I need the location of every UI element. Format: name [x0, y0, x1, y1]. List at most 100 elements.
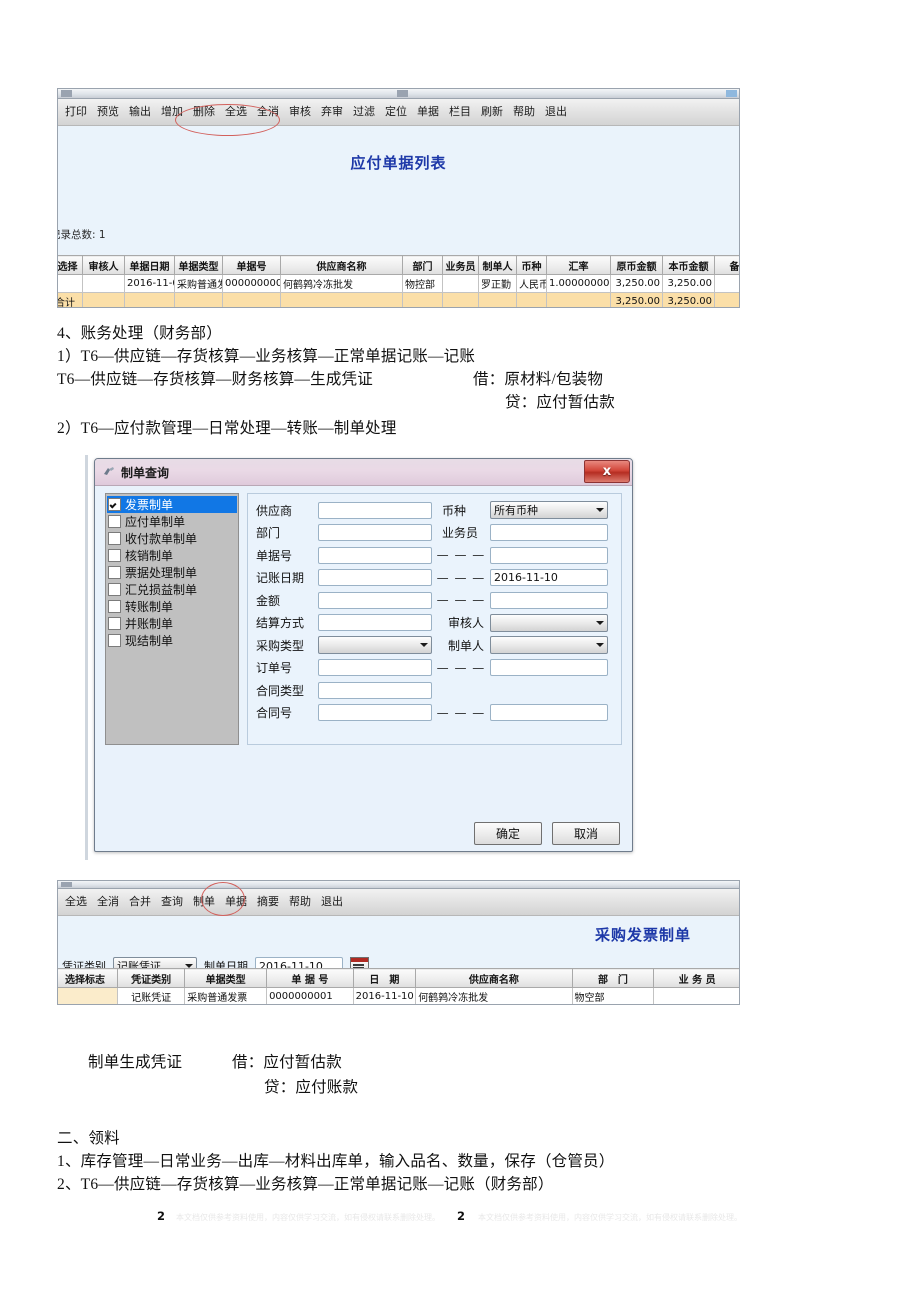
col-date[interactable]: 日 期: [352, 968, 417, 988]
toolbar-item-clear-all[interactable]: 全消: [252, 103, 284, 121]
toolbar-item-unaudit[interactable]: 弃审: [316, 103, 348, 121]
contract-no-from-input[interactable]: [318, 704, 432, 722]
toolbar-item-summary[interactable]: 摘要: [252, 893, 284, 911]
checkbox-row-cash-settle-voucher[interactable]: 现结制单: [107, 632, 237, 649]
toolbar-item-refresh[interactable]: 刷新: [476, 103, 508, 121]
checkbox-row-note-process-voucher[interactable]: 票据处理制单: [107, 564, 237, 581]
maker-select[interactable]: [490, 636, 608, 655]
col-orig-amount[interactable]: 原币金额: [610, 255, 663, 275]
payable-list-grid-wrap: 选择 审核人 单据日期 单据类型 单据号 供应商名称 部门 业务员 制单人 币种…: [58, 255, 739, 307]
col-department[interactable]: 部门: [402, 255, 443, 275]
amount-to-input[interactable]: [490, 591, 608, 609]
col-voucher-type[interactable]: 凭证类别: [116, 968, 186, 988]
order-no-from-input[interactable]: [318, 659, 432, 677]
toolbar-item-bill[interactable]: 单据: [412, 103, 444, 121]
cancel-button[interactable]: 取消: [552, 822, 620, 845]
col-bill-type[interactable]: 单据类型: [184, 968, 268, 988]
toolbar-item-bill[interactable]: 单据: [220, 893, 252, 911]
checkbox-row-merge-account-voucher[interactable]: 并账制单: [107, 615, 237, 632]
footer-watermark-right: 本文档仅供参考资料使用，内容仅供学习交流，如有侵权请联系删除处理。: [478, 1213, 742, 1222]
checkbox-label: 应付单制单: [125, 515, 186, 529]
toolbar-item-merge[interactable]: 合并: [124, 893, 156, 911]
order-no-to-input[interactable]: [490, 659, 608, 677]
dialog-title: 制单查询: [121, 465, 170, 480]
checkbox-row-payable-voucher[interactable]: 应付单制单: [107, 513, 237, 530]
close-icon[interactable]: x: [584, 460, 630, 483]
col-local-amount[interactable]: 本币金额: [662, 255, 715, 275]
toolbar-item-exit[interactable]: 退出: [316, 893, 348, 911]
voucher-type-checkbox-list[interactable]: 发票制单 应付单制单 收付款单制单 核销制单 票据处理制单 汇兑损益制单 转账制…: [105, 493, 239, 745]
checkbox-icon[interactable]: [108, 634, 121, 647]
auditor-select[interactable]: [490, 613, 608, 632]
col-salesman[interactable]: 业务员: [442, 255, 479, 275]
toolbar-item-query[interactable]: 查询: [156, 893, 188, 911]
toolbar-item-help[interactable]: 帮助: [284, 893, 316, 911]
toolbar-item-add[interactable]: 增加: [156, 103, 188, 121]
toolbar-item-filter[interactable]: 过滤: [348, 103, 380, 121]
checkbox-icon[interactable]: [108, 600, 121, 613]
col-salesman[interactable]: 业 务 员: [653, 968, 739, 988]
cell-maker: 罗正勤: [478, 274, 517, 293]
cell-select[interactable]: [58, 274, 83, 293]
col-maker[interactable]: 制单人: [478, 255, 517, 275]
col-select[interactable]: 选择: [58, 255, 83, 275]
checkbox-row-invoice-voucher[interactable]: 发票制单: [107, 496, 237, 513]
toolbar-item-columns[interactable]: 栏目: [444, 103, 476, 121]
contract-type-input[interactable]: [318, 681, 432, 699]
checkbox-icon[interactable]: [108, 566, 121, 579]
toolbar-item-exit[interactable]: 退出: [540, 103, 572, 121]
bill-no-to-input[interactable]: [490, 546, 608, 564]
ok-button[interactable]: 确定: [474, 822, 542, 845]
col-supplier[interactable]: 供应商名称: [280, 255, 403, 275]
col-memo[interactable]: 备注: [714, 255, 739, 275]
toolbar-item-delete[interactable]: 删除: [188, 103, 220, 121]
cell-voucher-type: 记账凭证: [116, 987, 186, 1004]
col-bill-no[interactable]: 单据号: [222, 255, 281, 275]
contract-no-to-input[interactable]: [490, 704, 608, 722]
checkbox-row-receipt-payment-voucher[interactable]: 收付款单制单: [107, 530, 237, 547]
settle-method-input[interactable]: [318, 614, 432, 632]
col-supplier[interactable]: 供应商名称: [415, 968, 573, 988]
col-select-flag[interactable]: 选择标志: [58, 968, 118, 988]
supplier-input[interactable]: [318, 501, 432, 519]
post-date-to-input[interactable]: 2016-11-10: [490, 569, 608, 587]
col-bill-type[interactable]: 单据类型: [174, 255, 223, 275]
toolbar-item-make-voucher[interactable]: 制单: [188, 893, 220, 911]
currency-select[interactable]: 所有币种: [490, 501, 608, 520]
toolbar-item-export[interactable]: 输出: [124, 103, 156, 121]
checkbox-icon[interactable]: [108, 549, 121, 562]
table-row[interactable]: 2016-11-0 采购普通发 0000000001 何鹤鹑冷冻批发 物控部 罗…: [58, 274, 739, 293]
form-row-department-salesman: 部门 业务员: [256, 522, 613, 545]
toolbar-item-help[interactable]: 帮助: [508, 103, 540, 121]
titlebar-grip-center: [397, 90, 408, 97]
toolbar-item-audit[interactable]: 审核: [284, 103, 316, 121]
post-date-from-input[interactable]: [318, 569, 432, 587]
col-rate[interactable]: 汇率: [546, 255, 611, 275]
checkbox-icon[interactable]: [108, 515, 121, 528]
toolbar-item-print[interactable]: 打印: [60, 103, 92, 121]
col-auditor[interactable]: 审核人: [82, 255, 125, 275]
purchase-type-select[interactable]: [318, 636, 432, 655]
amount-from-input[interactable]: [318, 591, 432, 609]
checkbox-icon[interactable]: [108, 498, 121, 511]
toolbar-item-preview[interactable]: 预览: [92, 103, 124, 121]
col-bill-no[interactable]: 单 据 号: [266, 968, 354, 988]
col-currency[interactable]: 币种: [516, 255, 547, 275]
bill-no-from-input[interactable]: [318, 546, 432, 564]
department-input[interactable]: [318, 524, 432, 542]
toolbar-item-select-all[interactable]: 全选: [220, 103, 252, 121]
checkbox-icon[interactable]: [108, 583, 121, 596]
checkbox-row-exchange-gain-loss-voucher[interactable]: 汇兑损益制单: [107, 581, 237, 598]
table-row[interactable]: 记账凭证 采购普通发票 0000000001 2016-11-10 何鹤鹑冷冻批…: [58, 987, 739, 1004]
toolbar-item-select-all[interactable]: 全选: [60, 893, 92, 911]
salesman-input[interactable]: [490, 524, 608, 542]
col-department[interactable]: 部 门: [571, 968, 655, 988]
cell-select-flag[interactable]: [58, 987, 118, 1004]
checkbox-icon[interactable]: [108, 532, 121, 545]
toolbar-item-clear-all[interactable]: 全消: [92, 893, 124, 911]
checkbox-icon[interactable]: [108, 617, 121, 630]
toolbar-item-locate[interactable]: 定位: [380, 103, 412, 121]
col-bill-date[interactable]: 单据日期: [124, 255, 175, 275]
checkbox-row-transfer-voucher[interactable]: 转账制单: [107, 598, 237, 615]
checkbox-row-writeoff-voucher[interactable]: 核销制单: [107, 547, 237, 564]
